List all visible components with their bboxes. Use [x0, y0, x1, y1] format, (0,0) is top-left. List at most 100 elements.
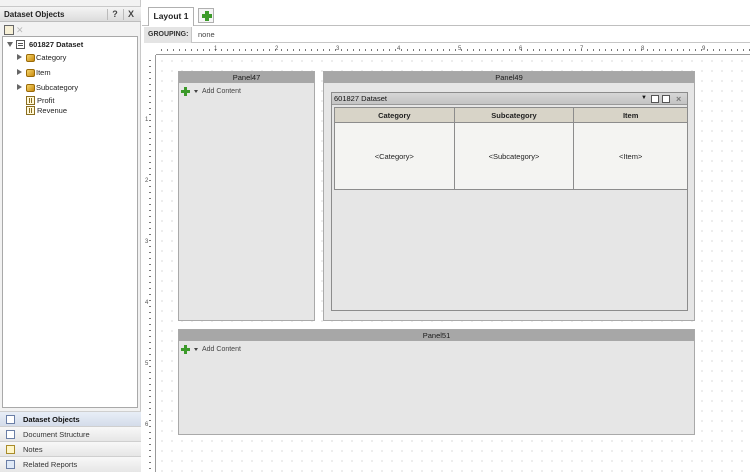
maximize-icon[interactable]: [662, 95, 670, 103]
nav-notes[interactable]: Notes: [0, 441, 141, 456]
metric-icon: [26, 96, 35, 105]
dropdown-caret-icon: [194, 348, 198, 351]
metric-icon: [26, 106, 35, 115]
vertical-ruler: 1 2 3 4 5 6: [144, 55, 156, 472]
minimize-icon[interactable]: [651, 95, 659, 103]
layout-canvas[interactable]: Panel47 Add Content Panel49 601827 Datas…: [157, 56, 750, 472]
close-icon[interactable]: ×: [676, 93, 681, 105]
add-content-button[interactable]: Add Content: [181, 345, 261, 355]
ruler-mark: 5: [145, 361, 149, 367]
panel-title: Dataset Objects: [4, 10, 65, 19]
layout-editor: Layout 1 GROUPING: none 1 2 3 4 5 6 7 8 …: [142, 0, 750, 472]
remove-icon[interactable]: ✕: [16, 25, 26, 35]
ruler-mark: 7: [580, 46, 584, 52]
grid-table: Category Subcategory Item <Category> <Su…: [334, 107, 688, 190]
grid-widget[interactable]: 601827 Dataset ▼ × Category Subcategory …: [331, 92, 688, 311]
attribute-label: Category: [36, 53, 67, 62]
expand-arrow-icon[interactable]: [7, 42, 13, 47]
ruler-mark: 2: [145, 178, 149, 184]
ruler-mark: 4: [145, 300, 149, 306]
horizontal-ruler: 1 2 3 4 5 6 7 8 9: [156, 46, 750, 55]
notes-icon: [6, 445, 15, 454]
bottom-nav: Dataset Objects Document Structure Notes…: [0, 411, 141, 472]
ruler-mark: 6: [145, 422, 149, 428]
nav-related-reports[interactable]: Related Reports: [0, 456, 141, 472]
ruler-mark: 6: [519, 46, 523, 52]
plus-icon: [181, 87, 190, 96]
nav-label: Dataset Objects: [23, 415, 80, 424]
add-content-label: Add Content: [202, 346, 241, 353]
ruler-mark: 2: [275, 46, 279, 52]
panel-47[interactable]: Panel47 Add Content: [178, 71, 315, 321]
attribute-icon: [26, 54, 35, 62]
column-header-subcategory[interactable]: Subcategory: [453, 107, 575, 123]
panel-title[interactable]: Panel51: [179, 330, 694, 341]
nav-dataset-objects[interactable]: Dataset Objects: [0, 411, 141, 426]
ruler-mark: 8: [641, 46, 645, 52]
ruler-mark: 9: [702, 46, 706, 52]
ruler-mark: 1: [145, 117, 149, 123]
grouping-label: GROUPING:: [144, 27, 192, 43]
tree-toolbar: ✕: [2, 24, 139, 36]
divider: [107, 9, 108, 20]
panel-49[interactable]: Panel49 601827 Dataset ▼ × Category Subc…: [323, 71, 695, 321]
document-structure-icon: [6, 430, 15, 439]
attribute-label: Item: [36, 68, 51, 77]
dataset-icon: [16, 40, 25, 49]
dropdown-menu-icon[interactable]: ▼: [640, 95, 648, 103]
nav-label: Document Structure: [23, 430, 90, 439]
panel-51[interactable]: Panel51 Add Content: [178, 329, 695, 435]
grouping-value[interactable]: none: [198, 27, 215, 43]
tree-node-dataset[interactable]: 601827 Dataset: [7, 39, 127, 50]
tree-node-revenue[interactable]: Revenue: [26, 105, 126, 116]
tab-layout-1[interactable]: Layout 1: [148, 7, 194, 26]
add-content-label: Add Content: [202, 88, 241, 95]
ruler-mark: 1: [214, 46, 218, 52]
column-header-category[interactable]: Category: [334, 107, 455, 123]
panel-title[interactable]: Panel49: [324, 72, 694, 83]
dataset-label: 601827 Dataset: [29, 40, 84, 49]
attribute-icon: [26, 69, 35, 77]
dataset-tree: 601827 Dataset Category Item Subcategory…: [2, 36, 138, 408]
dropdown-caret-icon: [194, 90, 198, 93]
plus-icon: [181, 345, 190, 354]
grouping-bar: GROUPING: none: [144, 27, 750, 43]
ruler-mark: 5: [458, 46, 462, 52]
grid-cell[interactable]: <Subcategory>: [453, 122, 575, 190]
related-reports-icon: [6, 460, 15, 469]
grid-cell[interactable]: <Category>: [334, 122, 455, 190]
column-header-item[interactable]: Item: [573, 107, 688, 123]
add-dataset-icon[interactable]: [4, 25, 14, 35]
grid-header-row: Category Subcategory Item: [334, 107, 688, 123]
grid-title: 601827 Dataset: [334, 94, 387, 103]
dataset-objects-icon: [6, 415, 15, 424]
add-layout-button[interactable]: [198, 8, 214, 23]
layout-tabs-bar: Layout 1: [142, 0, 750, 26]
collapse-arrow-icon[interactable]: [17, 54, 22, 60]
grid-cell[interactable]: <Item>: [573, 122, 688, 190]
tree-node-item[interactable]: Item: [17, 67, 127, 78]
plus-icon: [202, 11, 212, 21]
panel-header: Dataset Objects ? X: [0, 6, 141, 22]
nav-label: Notes: [23, 445, 43, 454]
panel-title[interactable]: Panel47: [179, 72, 314, 83]
collapse-arrow-icon[interactable]: [17, 84, 22, 90]
grid-row: <Category> <Subcategory> <Item>: [334, 122, 688, 190]
collapse-arrow-icon[interactable]: [17, 69, 22, 75]
attribute-label: Subcategory: [36, 83, 79, 92]
attribute-icon: [26, 84, 35, 92]
help-button[interactable]: ?: [109, 8, 121, 20]
add-content-button[interactable]: Add Content: [181, 87, 261, 97]
nav-document-structure[interactable]: Document Structure: [0, 426, 141, 441]
close-panel-button[interactable]: X: [125, 8, 137, 20]
tree-node-subcategory[interactable]: Subcategory: [17, 82, 127, 93]
dataset-objects-panel: Dataset Objects ? X ✕ 601827 Dataset Cat…: [0, 0, 141, 472]
tree-node-category[interactable]: Category: [17, 52, 127, 63]
metric-label: Revenue: [37, 106, 68, 115]
divider: [123, 9, 124, 20]
ruler-mark: 3: [336, 46, 340, 52]
ruler-mark: 3: [145, 239, 149, 245]
grid-title-bar[interactable]: 601827 Dataset ▼ ×: [332, 93, 687, 105]
ruler-mark: 4: [397, 46, 401, 52]
nav-label: Related Reports: [23, 460, 78, 469]
